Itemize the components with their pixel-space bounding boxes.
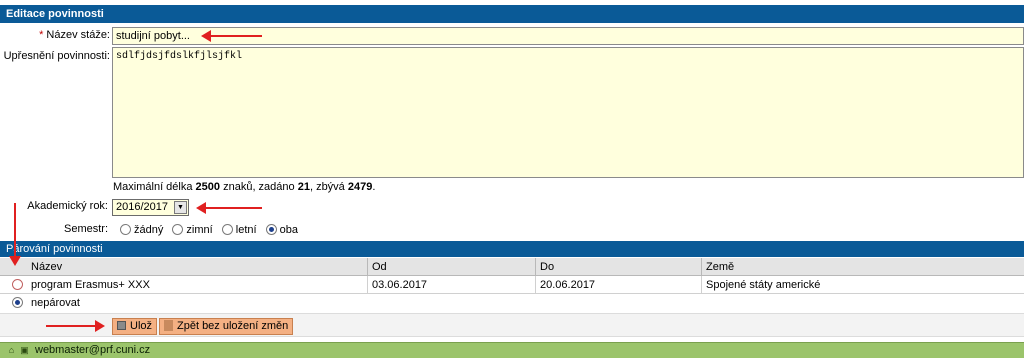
length-note-prefix: Maximální délka <box>113 181 196 193</box>
column-header-from: Od <box>372 261 387 273</box>
radio-selected-icon[interactable] <box>12 297 23 308</box>
column-divider <box>535 258 536 276</box>
semester-option-label: oba <box>279 224 298 236</box>
description-textarea[interactable]: sdlfjdsjfdslkfjlsjfkl <box>112 47 1024 178</box>
semester-radio-group: žádný zimní letní oba <box>120 224 304 236</box>
save-button-label: Ulož <box>130 320 153 332</box>
no-pairing-radio[interactable] <box>12 297 26 309</box>
required-marker: * <box>39 29 44 41</box>
back-without-saving-button[interactable]: Zpět bez uložení změn <box>159 318 294 335</box>
semester-option-label: zimní <box>186 224 213 236</box>
row-name: program Erasmus+ XXX <box>31 279 150 291</box>
length-note-mid1: znaků, zadáno <box>220 181 298 193</box>
length-note-max: 2500 <box>195 181 221 193</box>
column-divider <box>535 276 536 294</box>
chevron-down-icon[interactable]: ▼ <box>174 201 187 214</box>
pairing-section-header: Párování povinnosti <box>0 241 1024 257</box>
length-note-remaining: 2479 <box>347 181 373 193</box>
column-divider <box>367 276 368 294</box>
pairing-table-header: Název Od Do Země <box>0 258 1024 276</box>
column-divider <box>701 258 702 276</box>
row-country: Spojené státy americké <box>706 279 821 291</box>
table-row[interactable]: program Erasmus+ XXX 03.06.2017 20.06.20… <box>0 276 1024 294</box>
radio-icon[interactable] <box>12 279 23 290</box>
semester-option-label: žádný <box>134 224 164 236</box>
column-divider <box>701 276 702 294</box>
row-to: 20.06.2017 <box>540 279 596 291</box>
annotation-arrow <box>201 30 262 42</box>
length-note-mid2: , zbývá <box>309 181 348 193</box>
radio-icon[interactable] <box>172 224 184 235</box>
column-divider <box>367 258 368 276</box>
save-icon <box>117 321 126 330</box>
radio-icon[interactable] <box>221 224 233 235</box>
academic-year-value: 2016/2017 <box>116 201 168 213</box>
pairing-radio[interactable] <box>12 279 26 291</box>
annotation-arrow <box>196 202 262 214</box>
name-label: * Název stáže: <box>0 29 110 41</box>
academic-year-label: Akademický rok: <box>27 200 108 212</box>
annotation-arrow <box>9 203 21 266</box>
semester-option-summer[interactable]: letní <box>221 224 257 236</box>
home-icon[interactable]: ⌂ <box>7 345 16 355</box>
back-icon <box>164 320 173 331</box>
radio-icon[interactable] <box>120 224 131 235</box>
window-title: Editace povinnosti <box>0 5 1024 23</box>
row-name: nepárovat <box>31 297 80 309</box>
semester-label: Semestr: <box>63 223 108 235</box>
semester-option-none[interactable]: žádný <box>120 224 163 236</box>
name-label-text: Název stáže: <box>46 29 110 41</box>
length-note: Maximální délka 2500 znaků, zadáno 21, z… <box>113 181 375 193</box>
annotation-arrow <box>46 320 105 332</box>
column-header-to: Do <box>540 261 555 273</box>
column-header-country: Země <box>706 261 735 273</box>
semester-option-label: letní <box>235 224 257 236</box>
length-note-entered: 21 <box>297 181 310 193</box>
description-label: Upřesnění povinnosti: <box>3 50 110 62</box>
length-note-suffix: . <box>372 181 376 193</box>
webmaster-email-link[interactable]: webmaster@prf.cuni.cz <box>35 343 150 358</box>
semester-option-both[interactable]: oba <box>265 224 298 236</box>
semester-option-winter[interactable]: zimní <box>172 224 213 236</box>
lock-icon: ▣ <box>20 345 29 355</box>
academic-year-select[interactable]: 2016/2017 ▼ <box>112 199 189 216</box>
action-bar: Ulož Zpět bez uložení změn <box>0 313 1024 337</box>
footer-bar: ⌂ ▣ webmaster@prf.cuni.cz <box>0 342 1024 358</box>
row-from: 03.06.2017 <box>372 279 428 291</box>
column-header-name: Název <box>31 261 63 273</box>
table-row[interactable]: nepárovat <box>0 294 1024 312</box>
back-button-label: Zpět bez uložení změn <box>177 320 289 332</box>
save-button[interactable]: Ulož <box>112 318 158 335</box>
radio-selected-icon[interactable] <box>265 224 277 235</box>
